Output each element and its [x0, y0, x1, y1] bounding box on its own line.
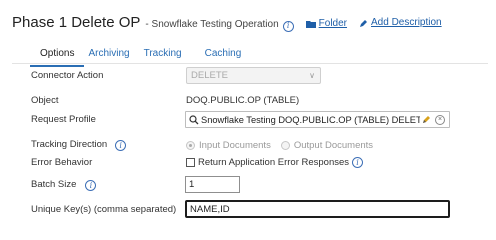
- add-description-label: Add Description: [371, 17, 442, 28]
- connector-action-value: DELETE: [191, 70, 228, 81]
- batch-size-row: Batch Size i: [31, 179, 97, 191]
- info-icon[interactable]: i: [85, 180, 97, 191]
- clear-icon[interactable]: ×: [435, 114, 445, 125]
- page-title: Phase 1 Delete OP: [12, 14, 141, 31]
- input-documents-label: Input Documents: [199, 140, 271, 151]
- info-icon[interactable]: i: [352, 157, 364, 168]
- folder-link[interactable]: Folder: [305, 17, 348, 29]
- request-profile-value: Snowflake Testing DOQ.PUBLIC.OP (TABLE) …: [201, 114, 420, 125]
- unique-keys-input[interactable]: NAME,ID: [185, 200, 450, 218]
- connector-action-select[interactable]: DELETE ∨: [186, 67, 321, 84]
- unique-keys-row: Unique Key(s) (comma separated) i: [31, 204, 197, 216]
- tab-divider: [12, 63, 488, 64]
- request-profile-input[interactable]: Snowflake Testing DOQ.PUBLIC.OP (TABLE) …: [185, 111, 450, 128]
- page-subtitle: - Snowflake Testing Operation: [145, 19, 279, 30]
- return-error-label: Return Application Error Responses: [198, 157, 350, 168]
- batch-size-label: Batch Size: [31, 179, 77, 190]
- request-profile-label: Request Profile: [31, 114, 96, 125]
- tracking-direction-options: Input Documents Output Documents: [186, 140, 383, 151]
- batch-size-input[interactable]: 1: [185, 176, 240, 193]
- add-description-link[interactable]: Add Description: [359, 17, 442, 28]
- info-icon[interactable]: i: [282, 20, 294, 32]
- object-label: Object: [31, 95, 59, 106]
- input-documents-radio[interactable]: [186, 141, 195, 150]
- pencil-icon[interactable]: [422, 115, 431, 124]
- object-value: DOQ.PUBLIC.OP (TABLE): [186, 95, 300, 106]
- tracking-direction-label: Tracking Direction: [31, 139, 108, 150]
- request-profile-row: Request Profile: [31, 114, 96, 125]
- search-icon: [189, 114, 199, 124]
- output-documents-label: Output Documents: [293, 140, 374, 151]
- connector-action-label: Connector Action: [31, 70, 104, 81]
- chevron-down-icon: ∨: [309, 71, 315, 80]
- error-behavior-field: Return Application Error Responses i: [186, 157, 364, 168]
- tracking-direction-row: Tracking Direction i: [31, 139, 127, 151]
- info-icon[interactable]: i: [115, 140, 127, 151]
- pencil-icon: [360, 20, 368, 27]
- error-behavior-row: Error Behavior: [31, 157, 92, 168]
- folder-link-label: Folder: [318, 17, 348, 29]
- folder-icon: [305, 21, 316, 28]
- return-error-checkbox[interactable]: [186, 158, 195, 167]
- output-documents-radio[interactable]: [280, 141, 290, 150]
- page-header: Phase 1 Delete OP - Snowflake Testing Op…: [12, 14, 442, 34]
- connector-action-row: Connector Action: [31, 70, 103, 81]
- object-row: Object: [31, 95, 58, 106]
- error-behavior-label: Error Behavior: [31, 157, 93, 168]
- unique-keys-label: Unique Key(s) (comma separated): [31, 204, 177, 215]
